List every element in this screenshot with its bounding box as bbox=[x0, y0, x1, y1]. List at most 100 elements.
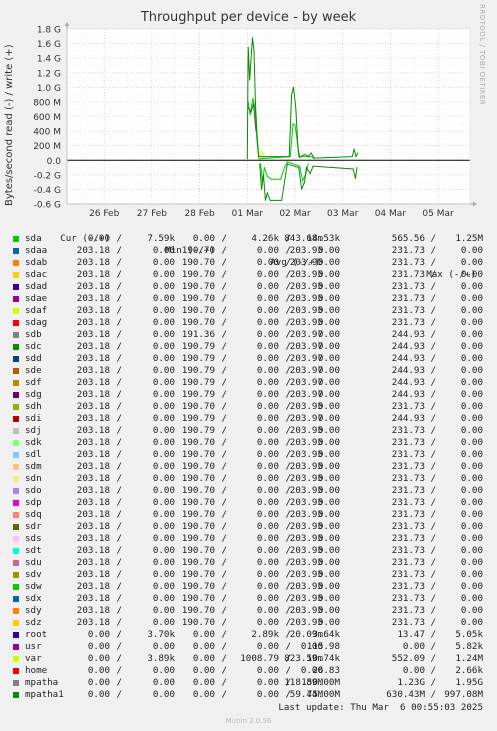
legend-min-write: 0.00 bbox=[256, 581, 279, 592]
x-tick-label: 05 Mar bbox=[422, 209, 454, 219]
data-point-mpatha1 bbox=[293, 86, 294, 88]
legend-row: sdn 203.18/0.00 190.70/0.00 203.95/0.00 231.… bbox=[0, 473, 497, 485]
data-point-var bbox=[258, 158, 260, 160]
data-point-mpatha1 bbox=[309, 172, 311, 174]
legend-separator: / bbox=[116, 569, 122, 580]
legend-table: Cur (-/+) Min (-/+) Avg (-/+) Max (-/+) … bbox=[0, 221, 497, 701]
legend-cur-read: 0.00 bbox=[87, 689, 110, 700]
legend-max-read: 231.73 bbox=[391, 425, 425, 436]
legend-device-name: sdn bbox=[25, 473, 42, 484]
data-point-mpatha1 bbox=[305, 167, 307, 168]
legend-min-read: 190.70 bbox=[181, 581, 215, 592]
legend-separator: / bbox=[285, 269, 291, 280]
legend-cur-read: 203.18 bbox=[76, 593, 110, 604]
y-axis-label: Bytes/second read (-) / write (+) bbox=[4, 44, 15, 206]
legend-swatch bbox=[13, 272, 19, 278]
legend-min-write: 0.00 bbox=[256, 269, 279, 280]
legend-separator: / bbox=[430, 629, 436, 640]
rrdtool-watermark: RRDTOOL / TOBI OETIKER bbox=[478, 4, 486, 106]
legend-device-name: var bbox=[25, 653, 42, 664]
legend-separator: / bbox=[430, 269, 436, 280]
legend-max-write: 1.95G bbox=[455, 677, 483, 688]
legend-row: sdk 203.18/0.00 190.70/0.00 203.95/0.00 231.… bbox=[0, 437, 497, 449]
legend-min-write: 2.89k bbox=[251, 629, 279, 640]
legend-separator: / bbox=[221, 281, 227, 292]
legend-cur-read: 203.18 bbox=[76, 341, 110, 352]
legend-min-write: 0.00 bbox=[256, 389, 279, 400]
legend-cur-read: 203.18 bbox=[76, 389, 110, 400]
legend-min-read: 190.70 bbox=[181, 593, 215, 604]
legend-min-write: 0.00 bbox=[256, 617, 279, 628]
legend-separator: / bbox=[285, 593, 291, 604]
legend-row: sdd 203.18/0.00 190.79/0.00 203.97/0.00 244.… bbox=[0, 353, 497, 365]
legend-separator: / bbox=[430, 245, 436, 256]
legend-row: usr 0.00/0.00 0.00/0.00 0.00/115.98 0.00/5.8… bbox=[0, 641, 497, 653]
data-point-mpatha1 bbox=[250, 57, 252, 59]
legend-separator: / bbox=[221, 485, 227, 496]
legend-swatch bbox=[13, 356, 19, 362]
legend-row: sdt 203.18/0.00 190.70/0.00 203.95/0.00 231.… bbox=[0, 545, 497, 557]
legend-separator: / bbox=[116, 245, 122, 256]
data-point-mpatha1 bbox=[307, 156, 309, 158]
legend-separator: / bbox=[430, 257, 436, 268]
legend-min-write: 0.00 bbox=[256, 317, 279, 328]
legend-row: sdf 203.18/0.00 190.79/0.00 203.97/0.00 244.… bbox=[0, 377, 497, 389]
legend-separator: / bbox=[221, 629, 227, 640]
data-point-mpatha1 bbox=[353, 148, 355, 150]
data-point-mpatha1 bbox=[249, 79, 251, 81]
legend-separator: / bbox=[221, 569, 227, 580]
legend-min-read: 190.70 bbox=[181, 449, 215, 460]
data-point-sdb bbox=[253, 102, 254, 104]
legend-min-read: 190.70 bbox=[181, 509, 215, 520]
legend-cur-write: 0.00 bbox=[152, 305, 175, 316]
legend-cur-read: 203.18 bbox=[76, 293, 110, 304]
legend-cur-write: 0.00 bbox=[152, 581, 175, 592]
legend-cur-write: 0.00 bbox=[152, 497, 175, 508]
legend-max-read: 0.00 bbox=[402, 641, 425, 652]
legend-max-read: 231.73 bbox=[391, 557, 425, 568]
legend-row: sdo 203.18/0.00 190.70/0.00 203.95/0.00 231.… bbox=[0, 485, 497, 497]
legend-separator: / bbox=[221, 305, 227, 316]
legend-cur-write: 0.00 bbox=[152, 461, 175, 472]
legend-max-read: 231.73 bbox=[391, 257, 425, 268]
legend-device-name: sdaa bbox=[25, 245, 48, 256]
legend-swatch bbox=[13, 560, 19, 566]
legend-min-read: 190.70 bbox=[181, 569, 215, 580]
data-point-sda bbox=[251, 105, 253, 107]
legend-max-write: 0.00 bbox=[460, 353, 483, 364]
legend-device-name: sdt bbox=[25, 545, 42, 556]
legend-max-read: 231.73 bbox=[391, 617, 425, 628]
data-point-mpatha1 bbox=[310, 152, 312, 154]
legend-cur-read: 0.00 bbox=[87, 641, 110, 652]
legend-separator: / bbox=[285, 677, 291, 688]
legend-max-read: 552.09 bbox=[391, 653, 425, 664]
legend-cur-write: 0.00 bbox=[152, 353, 175, 364]
legend-cur-read: 203.18 bbox=[76, 437, 110, 448]
legend-separator: / bbox=[285, 665, 291, 676]
legend-min-read: 190.70 bbox=[181, 473, 215, 484]
data-point-sda bbox=[286, 161, 288, 163]
x-tick-label: 02 Mar bbox=[279, 209, 311, 219]
legend-max-write: 0.00 bbox=[460, 509, 483, 520]
legend-separator: / bbox=[430, 413, 436, 424]
data-point-mpatha1 bbox=[357, 152, 359, 154]
legend-max-read: 231.73 bbox=[391, 533, 425, 544]
legend-swatch bbox=[13, 344, 19, 350]
legend-max-read: 231.73 bbox=[391, 461, 425, 472]
legend-max-write: 1.24M bbox=[455, 653, 483, 664]
legend-separator: / bbox=[430, 317, 436, 328]
legend-max-read: 244.93 bbox=[391, 413, 425, 424]
legend-max-write: 997.08M bbox=[444, 689, 483, 700]
legend-cur-read: 203.18 bbox=[76, 545, 110, 556]
legend-swatch bbox=[13, 680, 19, 686]
legend-device-name: sdad bbox=[25, 281, 48, 292]
legend-separator: / bbox=[430, 689, 436, 700]
legend-min-write: 0.00 bbox=[256, 425, 279, 436]
legend-max-write: 0.00 bbox=[460, 341, 483, 352]
legend-separator: / bbox=[285, 449, 291, 460]
legend-min-read: 190.70 bbox=[181, 485, 215, 496]
legend-device-name: sdm bbox=[25, 461, 42, 472]
legend-min-read: 190.70 bbox=[181, 461, 215, 472]
legend-separator: / bbox=[285, 557, 291, 568]
legend-max-write: 0.00 bbox=[460, 281, 483, 292]
